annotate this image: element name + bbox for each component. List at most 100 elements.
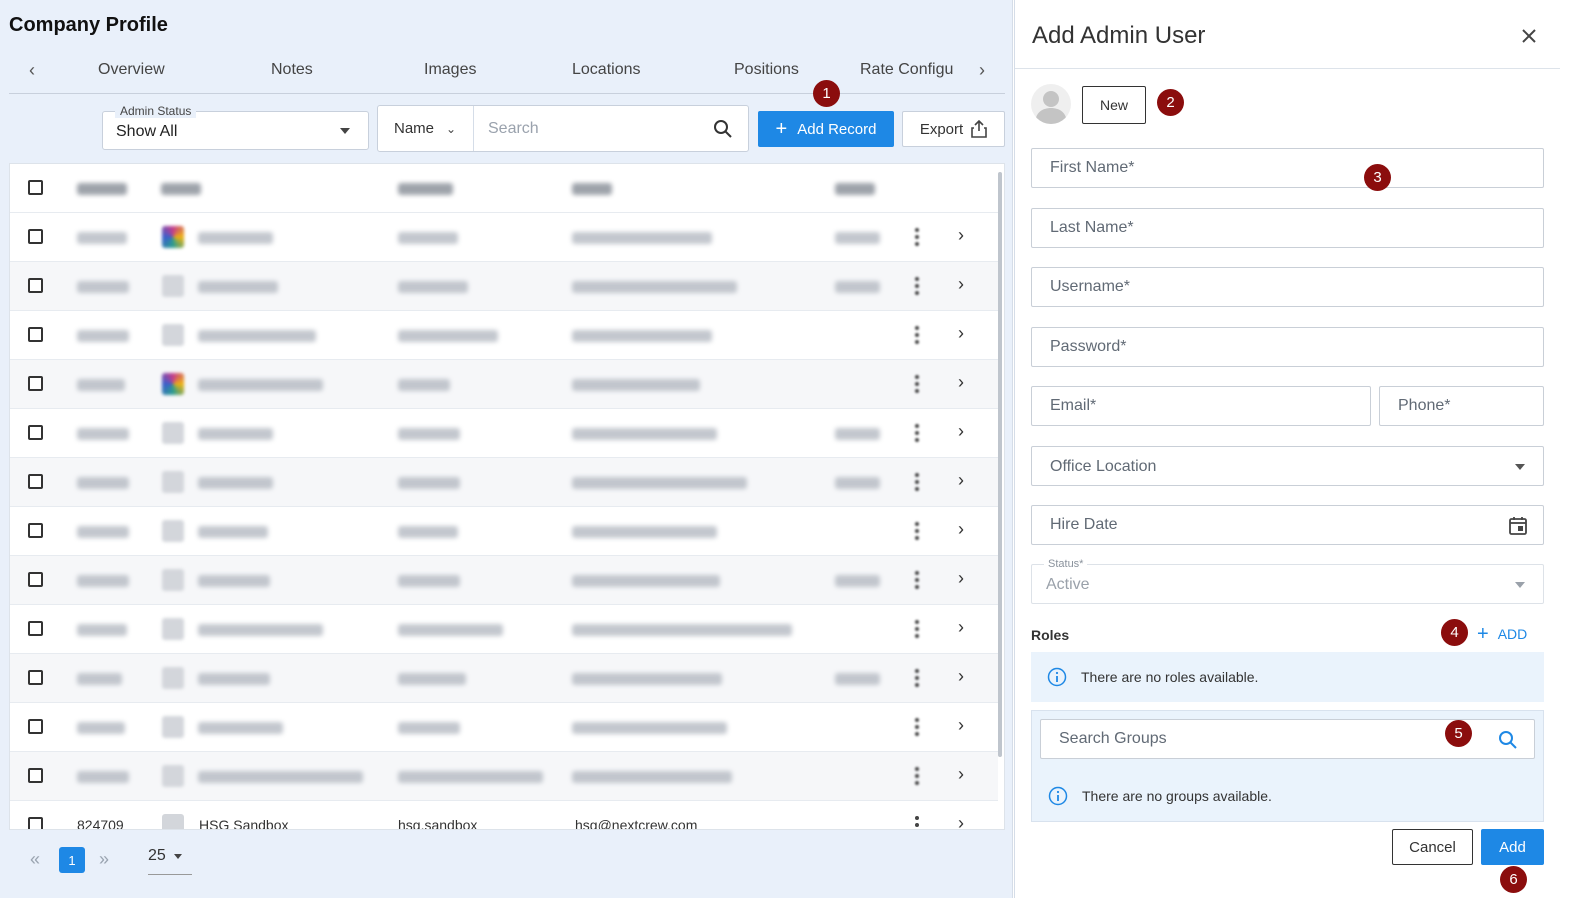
calendar-icon[interactable] (1508, 516, 1528, 536)
kebab-icon[interactable] (915, 669, 919, 687)
add-record-button[interactable]: + Add Record (758, 111, 894, 147)
tab-locations[interactable]: Locations (572, 61, 641, 79)
chevron-right-icon[interactable]: › (958, 225, 964, 246)
chevron-right-icon[interactable]: › (958, 421, 964, 442)
kebab-icon[interactable] (915, 718, 919, 736)
kebab-icon[interactable] (915, 816, 919, 829)
row-checkbox[interactable] (28, 376, 43, 391)
first-name-input[interactable] (1032, 149, 1543, 187)
row-checkbox[interactable] (28, 327, 43, 342)
table-row[interactable]: › (10, 409, 998, 458)
tab-notes[interactable]: Notes (271, 61, 313, 79)
kebab-icon[interactable] (915, 473, 919, 491)
row-checkbox[interactable] (28, 817, 43, 829)
row-checkbox[interactable] (28, 572, 43, 587)
kebab-icon[interactable] (915, 571, 919, 589)
kebab-icon[interactable] (915, 620, 919, 638)
search-icon[interactable] (1498, 730, 1518, 750)
redacted-cell (198, 771, 363, 783)
password-input[interactable] (1032, 328, 1543, 366)
tab-positions[interactable]: Positions (734, 61, 799, 79)
last-name-field[interactable] (1031, 208, 1544, 248)
row-checkbox[interactable] (28, 278, 43, 293)
tab-rate-config[interactable]: Rate Configu (860, 61, 958, 79)
chevron-right-icon[interactable]: › (958, 666, 964, 687)
chevron-right-icon[interactable]: › (958, 323, 964, 344)
tabs-next-chevron-right-icon[interactable]: › (967, 52, 997, 88)
first-page-icon[interactable]: « (30, 849, 40, 870)
table-row[interactable]: › (10, 605, 998, 654)
current-page[interactable]: 1 (59, 847, 85, 873)
table-row[interactable]: › (10, 703, 998, 752)
select-all-checkbox[interactable] (28, 180, 43, 195)
chevron-right-icon[interactable]: › (958, 372, 964, 393)
email-field[interactable] (1031, 386, 1371, 426)
last-page-icon[interactable]: » (99, 849, 109, 870)
chevron-right-icon[interactable]: › (958, 568, 964, 589)
annotation-marker-2: 2 (1157, 89, 1184, 116)
username-input[interactable] (1032, 268, 1543, 306)
redacted-cell (77, 526, 129, 538)
table-row[interactable]: › (10, 311, 998, 360)
export-button[interactable]: Export (902, 111, 1005, 147)
username-field[interactable] (1031, 267, 1544, 307)
table-row[interactable]: › (10, 507, 998, 556)
add-button[interactable]: Add (1481, 829, 1544, 865)
tab-images[interactable]: Images (424, 61, 476, 79)
row-checkbox[interactable] (28, 474, 43, 489)
row-checkbox[interactable] (28, 229, 43, 244)
table-scrollbar[interactable] (998, 172, 1002, 757)
kebab-icon[interactable] (915, 522, 919, 540)
cancel-button[interactable]: Cancel (1392, 829, 1473, 865)
row-checkbox[interactable] (28, 719, 43, 734)
row-checkbox[interactable] (28, 621, 43, 636)
table-row[interactable]: › (10, 213, 998, 262)
add-role-button[interactable]: + ADD (1477, 624, 1527, 644)
chevron-right-icon[interactable]: › (958, 470, 964, 491)
close-icon[interactable] (1517, 24, 1541, 48)
kebab-icon[interactable] (915, 375, 919, 393)
kebab-icon[interactable] (915, 424, 919, 442)
tab-overview[interactable]: Overview (98, 61, 165, 79)
status-select[interactable]: Status* Active (1031, 558, 1544, 604)
kebab-icon[interactable] (915, 767, 919, 785)
search-field-select[interactable]: Name ⌄ (378, 106, 474, 151)
chevron-right-icon[interactable]: › (958, 813, 964, 829)
first-name-field[interactable] (1031, 148, 1544, 188)
redacted-cell (572, 722, 727, 734)
table-row[interactable]: › (10, 752, 998, 801)
table-row[interactable]: › (10, 556, 998, 605)
email-input[interactable] (1032, 387, 1370, 425)
phone-input[interactable] (1380, 387, 1543, 425)
row-checkbox[interactable] (28, 768, 43, 783)
table-row[interactable]: › (10, 262, 998, 311)
chevron-right-icon[interactable]: › (958, 274, 964, 295)
per-page-select[interactable]: 25 (148, 847, 192, 875)
row-checkbox[interactable] (28, 425, 43, 440)
table-row[interactable]: › (10, 458, 998, 507)
redacted-cell (572, 428, 717, 440)
office-location-select[interactable]: Office Location (1031, 446, 1544, 486)
password-field[interactable] (1031, 327, 1544, 367)
phone-field[interactable] (1379, 386, 1544, 426)
search-icon[interactable] (698, 106, 748, 151)
table-row[interactable]: › (10, 360, 998, 409)
table-row[interactable]: 824709 HSG Sandbox hsg.sandbox hsg@nextcrew… (10, 801, 998, 829)
hire-date-input[interactable] (1032, 506, 1543, 544)
table-row[interactable]: › (10, 654, 998, 703)
chevron-right-icon[interactable]: › (958, 764, 964, 785)
kebab-icon[interactable] (915, 277, 919, 295)
row-checkbox[interactable] (28, 670, 43, 685)
chevron-right-icon[interactable]: › (958, 715, 964, 736)
kebab-icon[interactable] (915, 326, 919, 344)
kebab-icon[interactable] (915, 228, 919, 246)
hire-date-field[interactable] (1031, 505, 1544, 545)
last-name-input[interactable] (1032, 209, 1543, 247)
chevron-right-icon[interactable]: › (958, 519, 964, 540)
search-input[interactable] (474, 106, 698, 151)
row-checkbox[interactable] (28, 523, 43, 538)
tabs-prev-chevron-left-icon[interactable]: ‹ (17, 52, 47, 88)
chevron-right-icon[interactable]: › (958, 617, 964, 638)
new-avatar-button[interactable]: New (1082, 86, 1146, 124)
admin-status-select[interactable]: Admin Status Show All (102, 104, 369, 150)
